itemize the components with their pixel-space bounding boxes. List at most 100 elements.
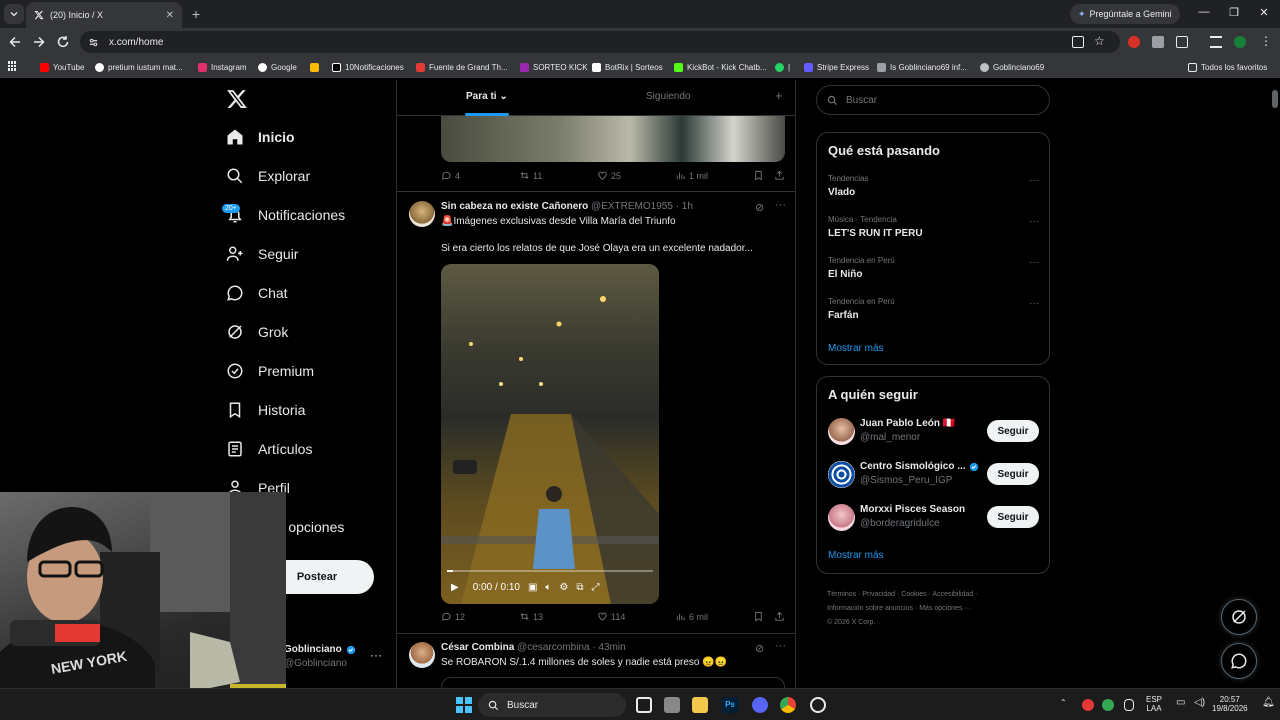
bookmark-goblinciano-info[interactable]: Is Goblinciano69 inf... — [877, 60, 967, 74]
nav-notifications[interactable]: Notificaciones — [226, 206, 345, 224]
account-more-icon[interactable]: ··· — [370, 648, 382, 662]
follow-button[interactable]: Seguir — [987, 420, 1039, 442]
volume-icon[interactable]: ◁) — [1194, 698, 1205, 708]
footer-line[interactable]: Términos · Privacidad · Cookies · Accesi… — [827, 588, 1047, 602]
browser-tab[interactable]: (20) Inicio / X ✕ — [26, 2, 182, 28]
share-icon[interactable] — [774, 611, 785, 622]
bookmark-blank[interactable] — [310, 60, 319, 74]
site-info-icon[interactable] — [88, 37, 99, 48]
windows-start-icon[interactable] — [456, 697, 472, 713]
reply-button[interactable]: 4 — [441, 170, 460, 181]
new-tab-button[interactable]: + — [188, 6, 204, 22]
play-icon[interactable]: ▶ — [451, 582, 459, 593]
trend-more-icon[interactable]: ··· — [1029, 216, 1039, 227]
volume-icon[interactable]: 🔈︎ — [545, 582, 551, 593]
reading-list-icon[interactable] — [1210, 36, 1222, 48]
post-time[interactable]: · 43min — [592, 642, 625, 653]
app-icon[interactable] — [810, 697, 826, 713]
show-more-trends[interactable]: Mostrar más — [828, 343, 884, 354]
reply-button[interactable]: 12 — [441, 611, 465, 622]
all-bookmarks[interactable]: Todos los favoritos — [1188, 60, 1267, 74]
microphone-icon[interactable] — [1124, 699, 1134, 711]
footer-line[interactable]: Información sobre anuncios · Más opcione… — [827, 602, 1047, 616]
avatar[interactable] — [409, 642, 435, 668]
like-button[interactable]: 114 — [597, 611, 625, 622]
page-scrollbar[interactable] — [1270, 80, 1280, 688]
search-input[interactable]: Buscar — [816, 85, 1050, 115]
bookmark-kickbot[interactable]: KickBot - Kick Chatb... — [674, 60, 767, 74]
file-explorer-icon[interactable] — [692, 697, 708, 713]
install-app-icon[interactable] — [1072, 36, 1084, 48]
chrome-menu-icon[interactable]: ⋮ — [1260, 34, 1272, 48]
clock[interactable]: 20:57 19/8/2026 — [1212, 695, 1248, 713]
trend-more-icon[interactable]: ··· — [1029, 257, 1039, 268]
views-button[interactable]: 1 mil — [675, 170, 708, 181]
views-button[interactable]: 6 mil — [675, 611, 708, 622]
author-handle[interactable]: @EXTREMO1955 — [591, 201, 673, 212]
account-name[interactable]: Goblinciano — [284, 644, 356, 655]
nav-home[interactable]: Inicio — [226, 128, 295, 146]
reload-icon[interactable] — [56, 35, 70, 49]
author-name[interactable]: Sin cabeza no existe Cañonero — [441, 201, 588, 212]
photoshop-icon[interactable]: Ps — [722, 697, 738, 713]
post-more-icon[interactable]: ··· — [775, 640, 786, 652]
task-view-icon[interactable] — [636, 697, 652, 713]
tab-following[interactable]: Siguiendo — [646, 91, 690, 102]
tray-chevron-icon[interactable]: ⌃ — [1060, 698, 1067, 707]
post-media[interactable] — [441, 677, 785, 688]
grok-icon[interactable]: ⊘ — [755, 201, 764, 214]
follow-button[interactable]: Seguir — [987, 463, 1039, 485]
apps-icon[interactable] — [8, 61, 18, 71]
bookmark-10notificaciones[interactable]: 10Notificaciones — [332, 60, 404, 74]
chat-fab[interactable] — [1221, 643, 1257, 679]
x-logo-icon[interactable] — [226, 88, 248, 110]
tab-search-button[interactable] — [4, 4, 24, 24]
discord-icon[interactable] — [752, 697, 768, 713]
trend-item[interactable]: LET'S RUN IT PERU — [828, 228, 923, 239]
post-more-icon[interactable]: ··· — [775, 199, 786, 211]
network-icon[interactable]: ▭ — [1176, 698, 1185, 708]
nav-chat[interactable]: Chat — [226, 284, 288, 302]
post-time[interactable]: · 1h — [676, 201, 693, 212]
repost-button[interactable]: 11 — [519, 170, 542, 181]
pip-icon[interactable]: ⧉ — [576, 582, 583, 593]
trend-more-icon[interactable]: ··· — [1029, 175, 1039, 186]
close-tab-icon[interactable]: ✕ — [166, 10, 174, 21]
extension-icon[interactable] — [1152, 36, 1164, 48]
bookmark-pretium[interactable]: pretium iustum mat... — [95, 60, 183, 74]
nav-explore[interactable]: Explorar — [226, 167, 310, 185]
follow-suggestion-name[interactable]: Morxxi Pisces Season — [860, 504, 965, 515]
settings-icon[interactable]: ⚙︎ — [559, 582, 568, 593]
bookmark-stripe[interactable]: Stripe Express — [804, 60, 869, 74]
profile-avatar-icon[interactable] — [1234, 36, 1246, 48]
follow-suggestion-name[interactable]: Centro Sismológico ... — [860, 461, 979, 472]
app-icon[interactable] — [664, 697, 680, 713]
bookmark-youtube[interactable]: YouTube — [40, 60, 84, 74]
chrome-icon[interactable] — [780, 697, 796, 713]
nav-bookmarks[interactable]: Historia — [226, 401, 305, 419]
nav-premium[interactable]: Premium — [226, 362, 314, 380]
like-button[interactable]: 25 — [597, 170, 621, 181]
bookmark-post-icon[interactable] — [753, 170, 764, 181]
bookmark-instagram[interactable]: Instagram — [198, 60, 247, 74]
nav-articles[interactable]: Artículos — [226, 440, 312, 458]
bookmark-sorteo-kick[interactable]: SORTEO KICK — [520, 60, 588, 74]
video-player[interactable]: ▶ 0:00 / 0:10 ▣ 🔈︎ ⚙︎ ⧉ ⤢ — [441, 264, 659, 604]
bookmark-goblinciano69[interactable]: Goblinciano69 — [980, 60, 1044, 74]
tray-app-icon[interactable] — [1102, 699, 1114, 711]
language-indicator[interactable]: ESP LAA — [1146, 695, 1162, 713]
tray-app-icon[interactable] — [1082, 699, 1094, 711]
minimize-icon[interactable]: — — [1196, 6, 1212, 18]
maximize-icon[interactable]: ❐ — [1226, 6, 1242, 19]
bookmark-whatsapp[interactable]: | — [775, 60, 790, 74]
add-tab-icon[interactable]: + — [775, 88, 783, 103]
bookmark-gta[interactable]: Fuente de Grand Th... — [416, 60, 508, 74]
follow-button[interactable]: Seguir — [987, 506, 1039, 528]
avatar[interactable] — [828, 461, 855, 488]
close-window-icon[interactable]: ✕ — [1256, 6, 1272, 19]
post-image[interactable] — [441, 116, 785, 162]
avatar[interactable] — [828, 418, 855, 445]
repost-button[interactable]: 13 — [519, 611, 543, 622]
gemini-button[interactable]: ✦ Pregúntale a Gemini — [1070, 4, 1180, 24]
back-icon[interactable] — [8, 35, 22, 49]
